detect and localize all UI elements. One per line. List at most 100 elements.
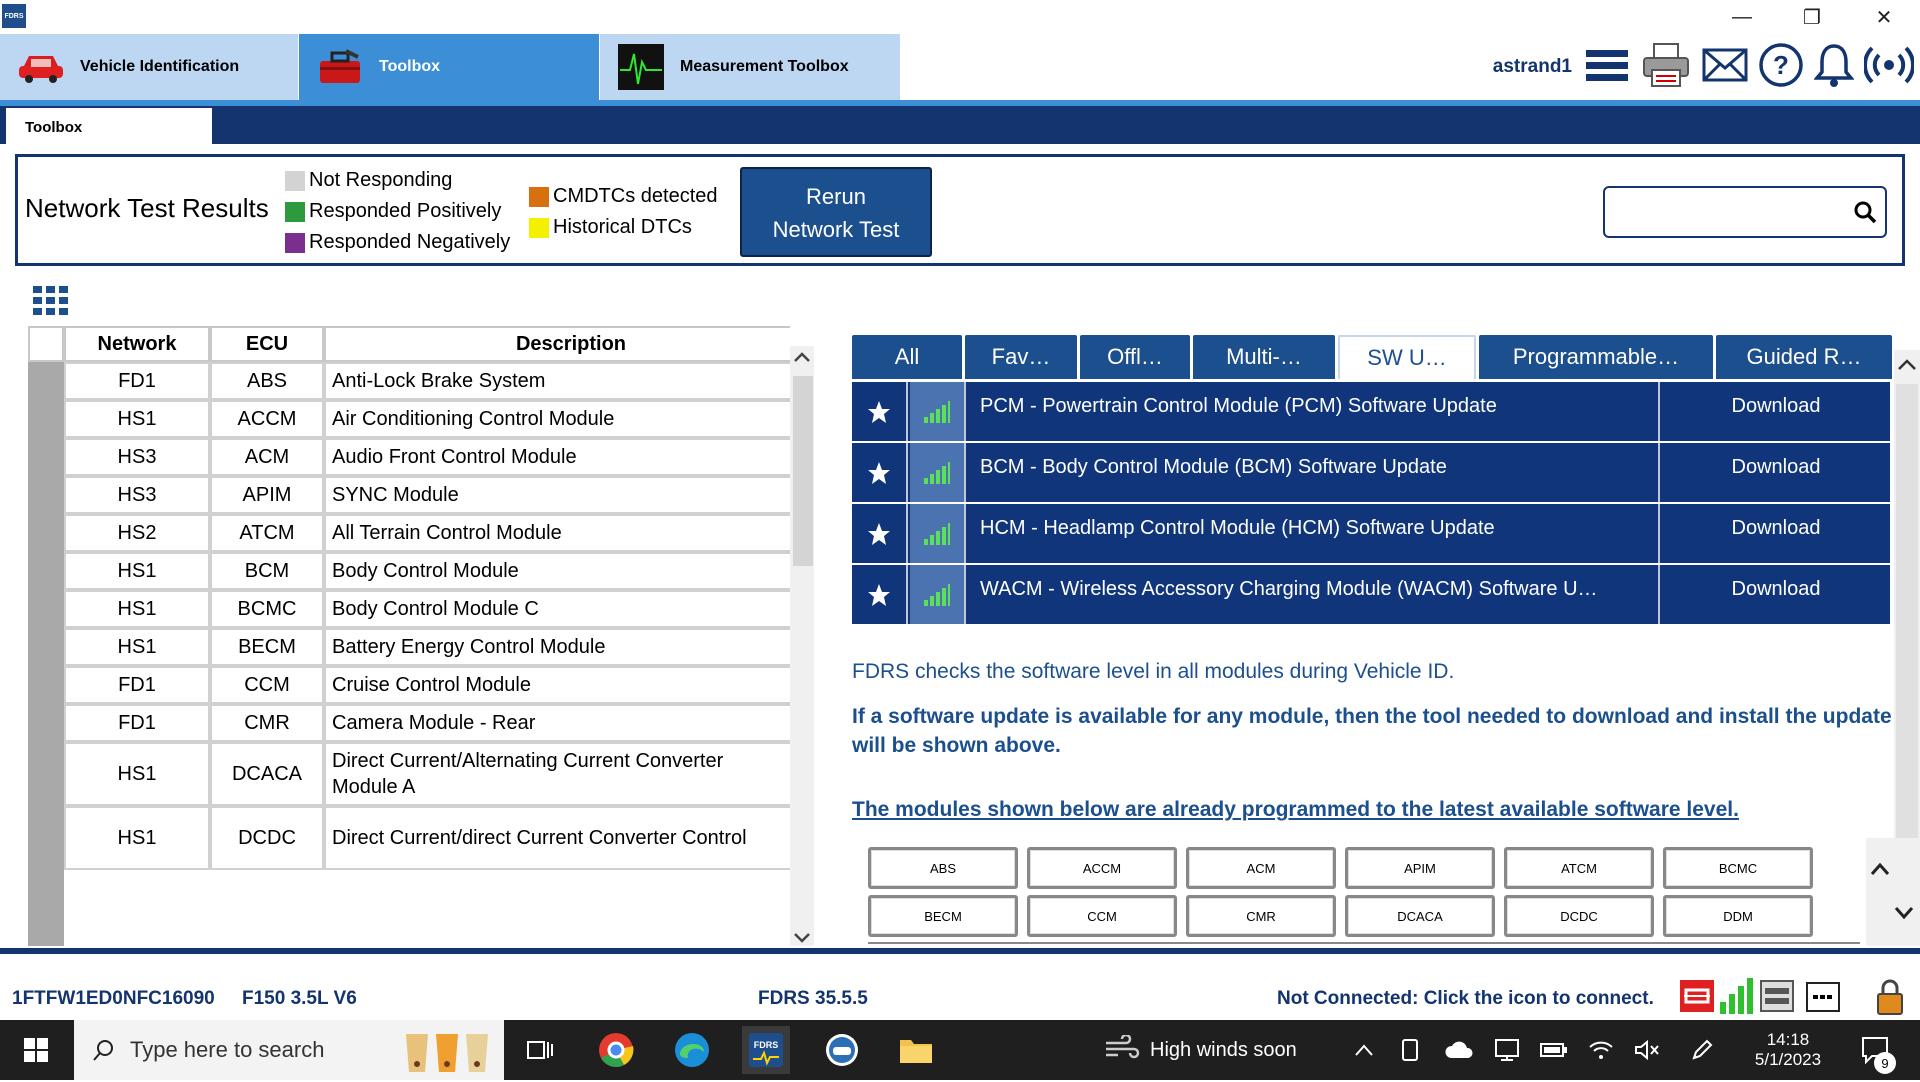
- tab-guided-routines[interactable]: Guided R…: [1716, 335, 1892, 379]
- module-button[interactable]: CCM: [1027, 895, 1177, 937]
- table-row[interactable]: HS3 APIM SYNC Module: [28, 476, 790, 514]
- grid-view-icon[interactable]: [33, 286, 69, 321]
- search-icon[interactable]: [1853, 200, 1877, 229]
- task-view-icon[interactable]: [520, 1030, 560, 1070]
- table-row[interactable]: HS1 BCMC Body Control Module C: [28, 590, 790, 628]
- chrome-icon[interactable]: [596, 1030, 636, 1070]
- module-button[interactable]: ABS: [868, 847, 1018, 889]
- connection-status[interactable]: Not Connected: Click the icon to connect…: [1277, 988, 1654, 1010]
- tab-toolbox-sub[interactable]: Toolbox: [6, 108, 212, 144]
- system-clock[interactable]: 14:18 5/1/2023: [1748, 1020, 1828, 1080]
- scroll-up-icon[interactable]: [792, 348, 812, 371]
- fdrs-taskbar-icon[interactable]: FDRS: [742, 1026, 790, 1074]
- favorite-star-icon[interactable]: [852, 443, 908, 502]
- pen-icon[interactable]: [1690, 1020, 1714, 1080]
- table-row[interactable]: FD1 CCM Cruise Control Module: [28, 666, 790, 704]
- notification-center-icon[interactable]: 9: [1860, 1020, 1896, 1080]
- module-button[interactable]: ACCM: [1027, 847, 1177, 889]
- table-header-description[interactable]: Description: [324, 326, 790, 362]
- download-button[interactable]: Download: [1662, 382, 1890, 441]
- rerun-network-test-button[interactable]: Rerun Network Test: [740, 167, 932, 257]
- tab-multi[interactable]: Multi-…: [1193, 335, 1335, 379]
- battery-icon[interactable]: [1540, 1020, 1568, 1080]
- tab-vehicle-identification[interactable]: Vehicle Identification: [0, 34, 298, 100]
- module-button[interactable]: BECM: [868, 895, 1018, 937]
- search-input[interactable]: [1603, 186, 1887, 238]
- table-row[interactable]: HS3 ACM Audio Front Control Module: [28, 438, 790, 476]
- remote-desktop-icon[interactable]: [1494, 1020, 1520, 1080]
- tray-chevron-icon[interactable]: [1354, 1020, 1374, 1080]
- table-row[interactable]: HS2 ATCM All Terrain Control Module: [28, 514, 790, 552]
- tab-measurement-toolbox[interactable]: Measurement Toolbox: [600, 34, 900, 100]
- sw-update-row[interactable]: WACM - Wireless Accessory Charging Modul…: [852, 565, 1890, 624]
- restore-button[interactable]: ❐: [1784, 0, 1840, 34]
- module-button[interactable]: CMR: [1186, 895, 1336, 937]
- right-panel-scroll-thumb[interactable]: [1896, 384, 1918, 838]
- module-button[interactable]: ACM: [1186, 847, 1336, 889]
- weather-widget[interactable]: High winds soon: [1104, 1020, 1297, 1080]
- connection-wireless-icon[interactable]: [1862, 42, 1916, 93]
- download-button[interactable]: Download: [1662, 565, 1890, 624]
- scroll-down-icon[interactable]: [1892, 904, 1916, 927]
- edge-icon[interactable]: [672, 1030, 712, 1070]
- vci-disconnected-icon[interactable]: [1680, 980, 1714, 1017]
- cell-description: Air Conditioning Control Module: [324, 400, 790, 438]
- printer-icon[interactable]: [1642, 42, 1690, 93]
- taskbar-search-input[interactable]: Type here to search: [74, 1020, 504, 1080]
- modules-scrollbar[interactable]: [1866, 838, 1894, 946]
- sw-update-row[interactable]: PCM - Powertrain Control Module (PCM) So…: [852, 382, 1890, 441]
- table-row[interactable]: FD1 CMR Camera Module - Rear: [28, 704, 790, 742]
- close-button[interactable]: ✕: [1856, 0, 1912, 34]
- tab-programmable[interactable]: Programmable…: [1479, 335, 1713, 379]
- table-row[interactable]: HS1 DCDC Direct Current/direct Current Con…: [28, 806, 790, 870]
- sw-update-row[interactable]: HCM - Headlamp Control Module (HCM) Soft…: [852, 504, 1890, 563]
- device-icon[interactable]: [1760, 980, 1794, 1017]
- tab-offline[interactable]: Offl…: [1080, 335, 1190, 379]
- tablet-icon[interactable]: [1400, 1020, 1420, 1080]
- menu-icon[interactable]: [1586, 48, 1628, 87]
- module-button[interactable]: DDM: [1663, 895, 1813, 937]
- tab-all[interactable]: All: [852, 335, 962, 379]
- onedrive-cloud-icon[interactable]: [1444, 1020, 1474, 1080]
- table-row[interactable]: HS1 DCACA Direct Current/Alternating Curre…: [28, 742, 790, 806]
- wifi-icon[interactable]: [1588, 1020, 1614, 1080]
- signal-bars-icon[interactable]: [1720, 978, 1754, 1019]
- table-row[interactable]: FD1 ABS Anti-Lock Brake System: [28, 362, 790, 400]
- scroll-up-icon[interactable]: [1896, 356, 1918, 379]
- dash-icon[interactable]: [1806, 982, 1840, 1017]
- scroll-up-icon[interactable]: [1868, 860, 1892, 883]
- windows-start-icon[interactable]: [16, 1030, 56, 1070]
- favorite-star-icon[interactable]: [852, 504, 908, 563]
- module-button[interactable]: DCACA: [1345, 895, 1495, 937]
- tab-sw-updates[interactable]: SW U…: [1338, 335, 1476, 379]
- tab-toolbox[interactable]: Toolbox: [299, 34, 599, 100]
- minimize-button[interactable]: —: [1714, 0, 1770, 34]
- table-header-network[interactable]: Network: [64, 326, 210, 362]
- toolbox-icon: [313, 45, 367, 89]
- table-row[interactable]: HS1 BCM Body Control Module: [28, 552, 790, 590]
- vehicle-app-icon[interactable]: [822, 1030, 862, 1070]
- module-button[interactable]: DCDC: [1504, 895, 1654, 937]
- help-icon[interactable]: ?: [1758, 42, 1804, 93]
- tab-favorites[interactable]: Fav…: [965, 335, 1077, 379]
- info-text-programmed[interactable]: The modules shown below are already prog…: [852, 798, 1739, 822]
- ecu-table-scroll-thumb[interactable]: [793, 376, 813, 566]
- favorite-star-icon[interactable]: [852, 382, 908, 441]
- module-button[interactable]: APIM: [1345, 847, 1495, 889]
- table-row[interactable]: HS1 BECM Battery Energy Control Module: [28, 628, 790, 666]
- legend-swatch: [285, 232, 305, 253]
- lock-icon[interactable]: [1876, 978, 1904, 1021]
- table-row[interactable]: HS1 ACCM Air Conditioning Control Module: [28, 400, 790, 438]
- sw-update-row[interactable]: BCM - Body Control Module (BCM) Software…: [852, 443, 1890, 502]
- bell-icon[interactable]: [1813, 42, 1855, 93]
- download-button[interactable]: Download: [1662, 504, 1890, 563]
- file-explorer-icon[interactable]: [896, 1030, 936, 1070]
- download-button[interactable]: Download: [1662, 443, 1890, 502]
- table-header-ecu[interactable]: ECU: [210, 326, 324, 362]
- favorite-star-icon[interactable]: [852, 565, 908, 624]
- module-button[interactable]: BCMC: [1663, 847, 1813, 889]
- volume-muted-icon[interactable]: [1634, 1020, 1660, 1080]
- module-button[interactable]: ATCM: [1504, 847, 1654, 889]
- legend-title: Network Test Results: [25, 193, 269, 223]
- mail-icon[interactable]: [1702, 48, 1748, 87]
